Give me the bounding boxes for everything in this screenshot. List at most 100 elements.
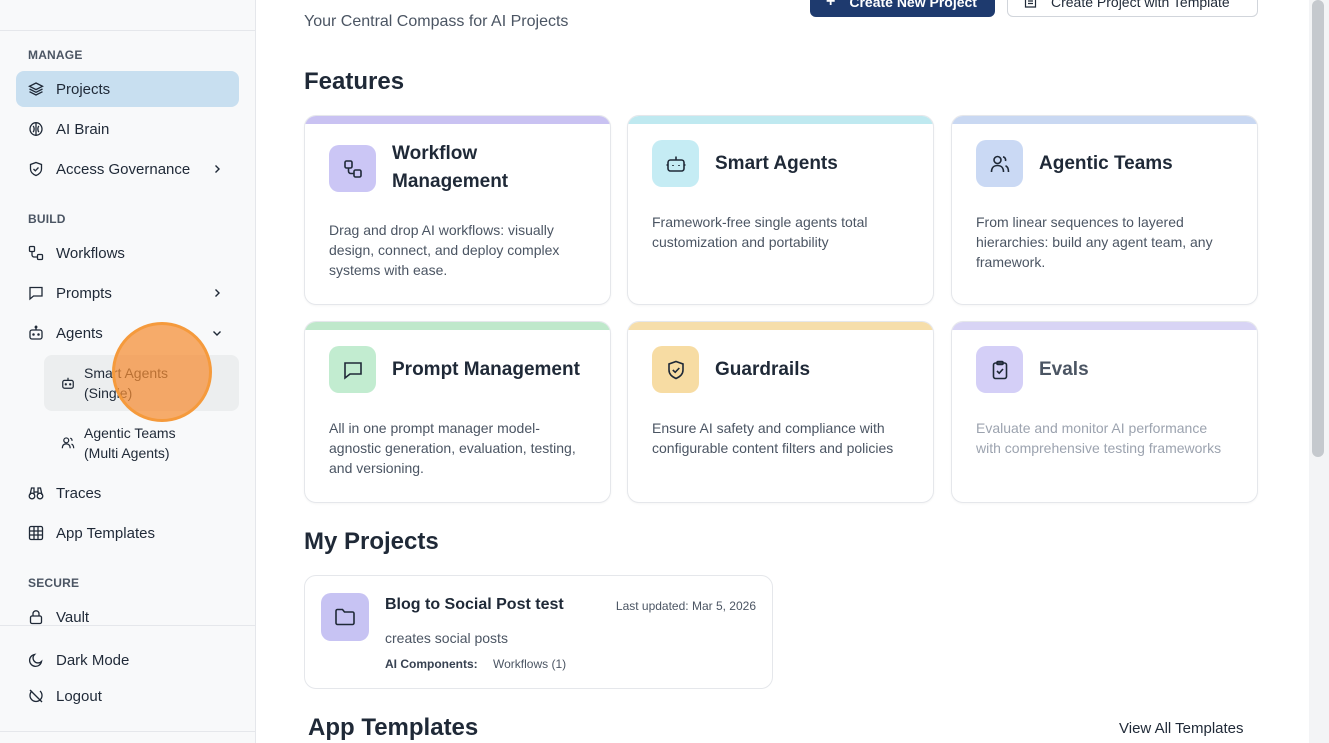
card-description: Drag and drop AI workflows: visually des… (329, 222, 560, 278)
sidebar-subitem-label-line1: Agentic Teams (84, 425, 176, 441)
app-templates-heading: App Templates (308, 714, 479, 741)
binoculars-icon (28, 485, 44, 501)
sidebar-subitem-label-line2: (Single) (84, 385, 133, 401)
card-description: From linear sequences to layered hierarc… (976, 214, 1213, 270)
feature-card-agentic-teams[interactable]: Agentic Teams From linear sequences to l… (951, 115, 1258, 305)
sidebar-item-label: Dark Mode (56, 651, 130, 669)
feature-card-guardrails[interactable]: Guardrails Ensure AI safety and complian… (627, 321, 934, 503)
plus-icon: + (826, 0, 836, 10)
sidebar-item-traces[interactable]: Traces (16, 475, 239, 511)
message-square-icon (28, 285, 44, 301)
card-description: Evaluate and monitor AI performance with… (976, 420, 1222, 456)
card-accent-bar (305, 322, 610, 330)
users-icon (976, 140, 1023, 187)
sidebar-item-ai-brain[interactable]: AI Brain (16, 111, 239, 147)
sidebar-subitem-label-line1: Smart Agents (84, 365, 169, 381)
bot-icon (28, 325, 44, 341)
project-components-value: Workflows (1) (493, 657, 567, 671)
sidebar-item-label: Vault (56, 608, 90, 626)
sidebar-item-app-templates[interactable]: App Templates (16, 515, 239, 551)
folder-icon (321, 593, 369, 641)
card-accent-bar (305, 116, 610, 124)
shield-check-icon (652, 346, 699, 393)
section-label-build: BUILD (28, 212, 66, 226)
clipboard-check-icon (976, 346, 1023, 393)
document-icon (1024, 0, 1037, 11)
sidebar-item-label: Traces (56, 484, 102, 502)
card-accent-bar (628, 322, 933, 330)
brain-icon (28, 121, 44, 137)
project-description: creates social posts (385, 630, 508, 646)
feature-card-evals[interactable]: Evals Evaluate and monitor AI performanc… (951, 321, 1258, 503)
card-description: Ensure AI safety and compliance with con… (652, 420, 894, 456)
bot-icon (652, 140, 699, 187)
sidebar-divider-footer (0, 731, 255, 732)
section-label-secure: SECURE (28, 576, 80, 590)
card-title: Workflow Management (392, 140, 508, 196)
section-label-manage: MANAGE (28, 48, 83, 62)
sidebar-item-access-governance[interactable]: Access Governance (16, 151, 239, 187)
sidebar-item-logout[interactable]: Logout (16, 678, 239, 714)
create-project-with-template-button[interactable]: Create Project with Template (1007, 0, 1258, 17)
card-title: Guardrails (715, 359, 811, 380)
sidebar-subitem-smart-agents[interactable]: Smart Agents (Single) (44, 355, 239, 411)
chevron-right-icon[interactable] (209, 161, 225, 177)
sidebar-item-projects[interactable]: Projects (16, 71, 239, 107)
card-accent-bar (628, 116, 933, 124)
scrollbar-thumb[interactable] (1312, 0, 1324, 457)
sidebar-subitem-label: Smart Agents (Single) (84, 363, 168, 403)
workflow-icon (329, 145, 376, 192)
project-updated: Last updated: Mar 5, 2026 (615, 599, 756, 613)
features-heading: Features (304, 68, 405, 95)
grid-icon (28, 525, 44, 541)
card-title: Prompt Management (392, 359, 580, 380)
chevron-down-icon[interactable] (209, 325, 225, 341)
feature-card-smart-agents[interactable]: Smart Agents Framework-free single agent… (627, 115, 934, 305)
bot-icon (60, 375, 76, 391)
sidebar-item-vault[interactable]: Vault (16, 599, 239, 635)
create-new-project-button[interactable]: + Create New Project (810, 0, 995, 17)
project-name: Blog to Social Post test (385, 596, 564, 613)
sidebar-item-label: Logout (56, 687, 102, 705)
card-title-line2: Management (392, 171, 509, 192)
card-description: All in one prompt manager model-agnostic… (329, 420, 576, 476)
feature-card-workflow-management[interactable]: Workflow Management Drag and drop AI wor… (304, 115, 611, 305)
project-card[interactable]: Blog to Social Post test Last updated: M… (304, 575, 773, 689)
sidebar-item-prompts[interactable]: Prompts (16, 275, 239, 311)
sidebar: MANAGE Projects AI Brain Access Governan… (0, 0, 256, 743)
message-icon (329, 346, 376, 393)
layers-icon (28, 81, 44, 97)
sidebar-item-label: App Templates (56, 524, 155, 542)
card-title: Evals (1039, 359, 1089, 380)
button-label: Create Project with Template (1051, 0, 1230, 10)
feature-card-prompt-management[interactable]: Prompt Management All in one prompt mana… (304, 321, 611, 503)
sidebar-subitem-label: Agentic Teams (Multi Agents) (84, 423, 176, 463)
logout-icon (28, 688, 44, 704)
shield-icon (28, 161, 44, 177)
lock-icon (28, 609, 44, 625)
workflow-icon (28, 245, 44, 261)
my-projects-heading: My Projects (304, 528, 439, 555)
sidebar-item-dark-mode[interactable]: Dark Mode (16, 642, 239, 678)
sidebar-item-label: Projects (56, 80, 111, 98)
view-all-templates-link[interactable]: View All Templates (1119, 720, 1244, 737)
sidebar-subitem-agentic-teams[interactable]: Agentic Teams (Multi Agents) (44, 415, 239, 471)
sidebar-subitem-label-line2: (Multi Agents) (84, 445, 170, 461)
sidebar-divider-bottom (0, 625, 255, 626)
sidebar-divider-top (0, 30, 255, 31)
users-icon (60, 435, 76, 451)
sidebar-item-label: Prompts (56, 284, 112, 302)
card-description: Framework-free single agents total custo… (652, 214, 868, 250)
sidebar-item-agents[interactable]: Agents (16, 315, 239, 351)
project-components-label: AI Components: (385, 657, 478, 671)
chevron-right-icon[interactable] (209, 285, 225, 301)
sidebar-item-label: Agents (56, 324, 103, 342)
card-accent-bar (952, 322, 1257, 330)
card-accent-bar (952, 116, 1257, 124)
card-title: Smart Agents (715, 153, 838, 174)
sidebar-item-label: Workflows (56, 244, 125, 262)
card-title-line1: Workflow (392, 143, 478, 164)
sidebar-item-label: AI Brain (56, 120, 110, 138)
sidebar-item-label: Access Governance (56, 160, 191, 178)
sidebar-item-workflows[interactable]: Workflows (16, 235, 239, 271)
